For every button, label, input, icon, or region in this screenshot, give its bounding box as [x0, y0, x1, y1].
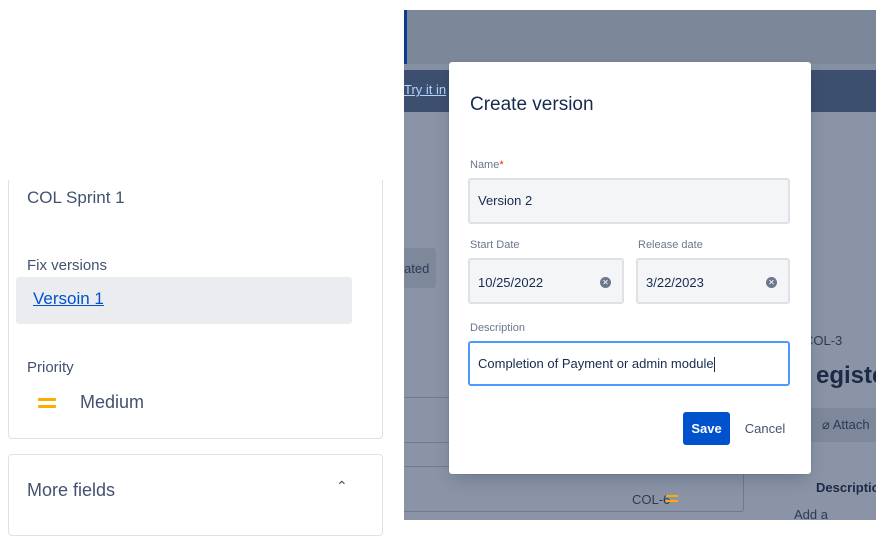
start-date-value: 10/25/2022 — [478, 275, 544, 290]
background-description-heading: Description — [816, 480, 876, 495]
background-accent — [404, 10, 407, 64]
fix-versions-field[interactable]: Versoin 1 — [16, 277, 352, 324]
name-label: Name* — [470, 159, 504, 171]
text-cursor — [713, 357, 715, 373]
fix-versions-label: Fix versions — [27, 257, 108, 274]
description-input[interactable]: Completion of Payment or admin module — [468, 341, 790, 386]
try-it-link: Try it in — [404, 82, 447, 97]
description-label: Description — [470, 322, 526, 334]
clear-icon[interactable]: ✕ — [600, 277, 611, 288]
start-date-label: Start Date — [470, 239, 520, 251]
priority-value[interactable]: Medium — [80, 392, 144, 413]
sprint-value[interactable]: COL Sprint 1 — [27, 188, 125, 208]
fix-version-link[interactable]: Versoin 1 — [33, 289, 104, 309]
clear-icon[interactable]: ✕ — [766, 277, 777, 288]
background-topbar — [404, 10, 876, 64]
version-name-value: Version 2 — [478, 193, 533, 208]
description-text: Completion of Payment or admin module — [478, 356, 714, 371]
attach-text: Attach — [832, 417, 870, 432]
save-button[interactable]: Save — [683, 412, 730, 445]
release-date-input[interactable]: 3/22/2023 ✕ — [636, 258, 790, 304]
background-issue-key: COL-6 — [632, 492, 671, 507]
issue-details-sidebar: COL Sprint 1 Fix versions Versoin 1 Prio… — [0, 0, 392, 536]
chevron-up-icon[interactable]: ⌃ — [336, 478, 348, 495]
release-date-value: 3/22/2023 — [646, 275, 704, 290]
required-indicator: * — [499, 159, 504, 171]
cancel-button[interactable]: Cancel — [740, 412, 790, 445]
medium-priority-icon — [38, 398, 56, 410]
start-date-input[interactable]: 10/25/2022 ✕ — [468, 258, 624, 304]
background-button-label: ated — [404, 261, 430, 276]
medium-priority-icon — [666, 495, 678, 504]
version-name-input[interactable]: Version 2 — [468, 178, 790, 224]
attach-label: ⌀ Attach — [822, 417, 870, 433]
more-fields-label[interactable]: More fields — [27, 480, 115, 501]
create-version-dialog: Create version Name* Version 2 Start Dat… — [449, 62, 811, 474]
priority-label: Priority — [27, 359, 74, 376]
release-date-label: Release date — [638, 239, 703, 251]
paperclip-icon: ⌀ — [822, 417, 830, 432]
dialog-title: Create version — [470, 94, 594, 115]
description-value: Completion of Payment or admin module — [478, 356, 715, 373]
background-add-description: Add a descripti — [794, 507, 828, 520]
background-issue-title: egister — [816, 362, 876, 389]
name-label-text: Name — [470, 159, 500, 171]
